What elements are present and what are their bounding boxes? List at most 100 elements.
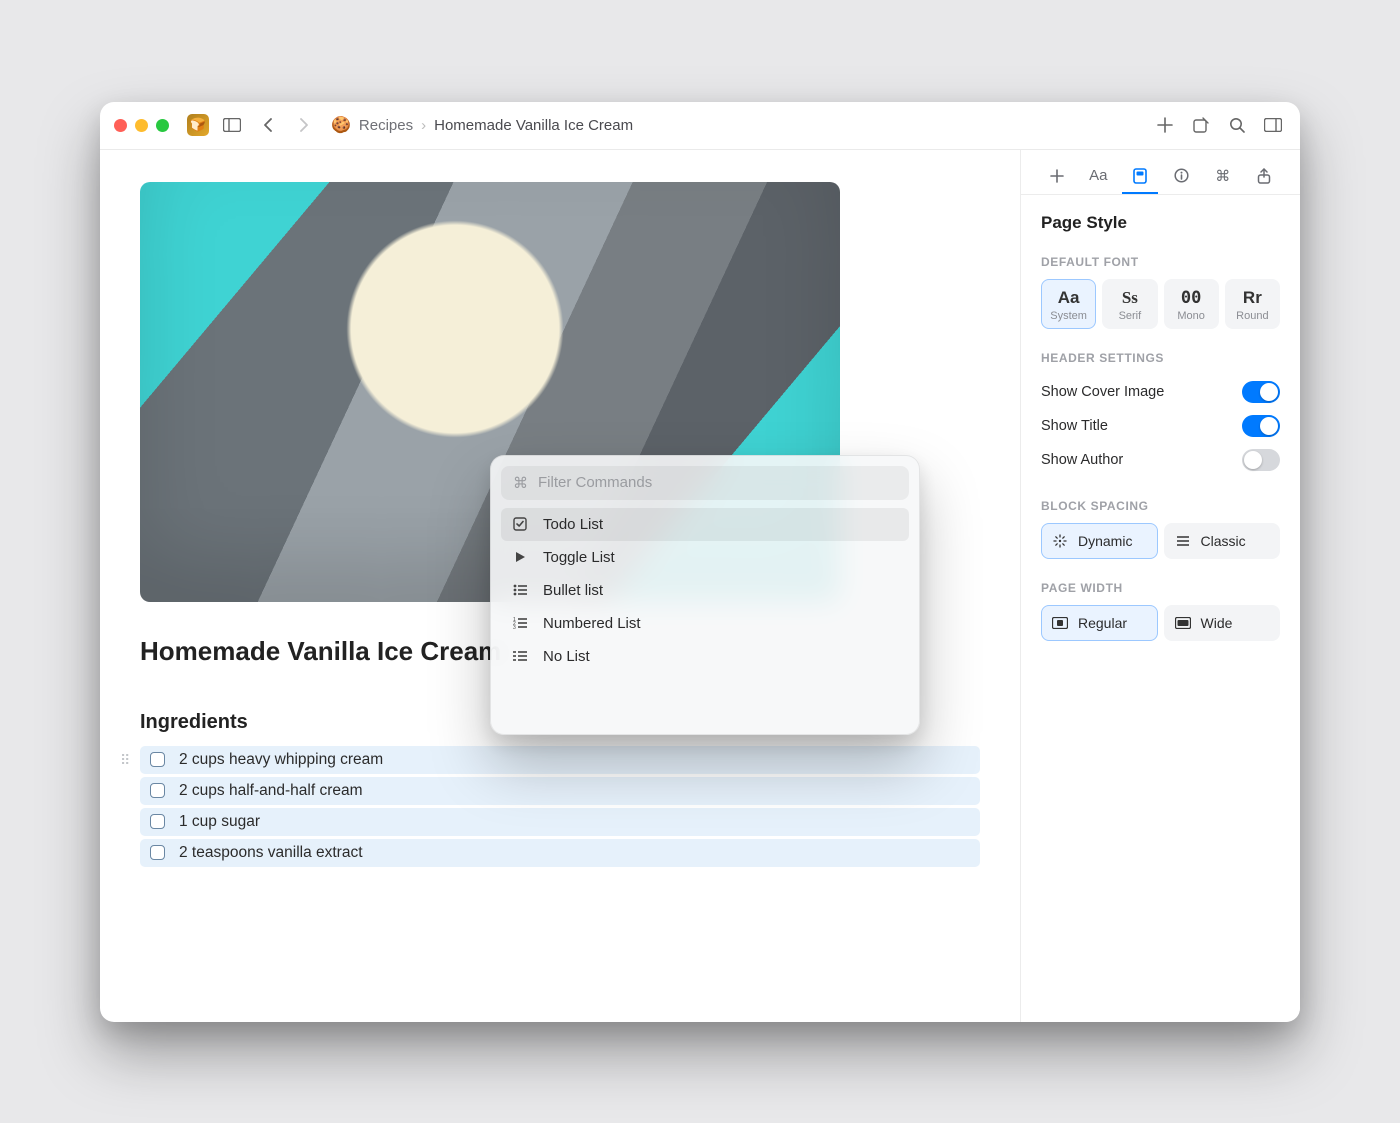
todo-list-icon — [511, 517, 529, 531]
palette-item-bullet-list[interactable]: Bullet list — [501, 574, 909, 607]
chevron-left-icon — [263, 118, 273, 132]
inspector-tab-shortcuts[interactable]: ⌘ — [1205, 160, 1241, 194]
palette-item-toggle-list[interactable]: Toggle List — [501, 541, 909, 574]
toggle-row-title: Show Title — [1041, 409, 1280, 443]
spacing-option-dynamic[interactable]: Dynamic — [1041, 523, 1158, 559]
command-palette: ⌘ Filter Commands Todo List Toggle List — [490, 455, 920, 735]
todo-item-text: 1 cup sugar — [179, 813, 260, 831]
width-option-label: Wide — [1201, 615, 1233, 631]
toggle-show-cover[interactable] — [1242, 381, 1280, 403]
todo-item[interactable]: 2 teaspoons vanilla extract — [140, 839, 980, 867]
block-spacing-segment: Dynamic Classic — [1041, 523, 1280, 559]
classic-spacing-icon — [1175, 535, 1191, 547]
sidebar-icon — [223, 118, 241, 132]
breadcrumb-emoji: 🍪 — [331, 115, 351, 135]
width-option-wide[interactable]: Wide — [1164, 605, 1281, 641]
wide-width-icon — [1175, 617, 1191, 629]
toggle-show-author[interactable] — [1242, 449, 1280, 471]
toggle-list-icon — [511, 551, 529, 563]
nav-forward-button[interactable] — [291, 112, 317, 138]
svg-text:3: 3 — [513, 625, 516, 629]
todo-item[interactable]: 2 cups heavy whipping cream — [140, 746, 980, 774]
close-window-button[interactable] — [114, 119, 127, 132]
font-option-serif[interactable]: Ss Serif — [1102, 279, 1157, 329]
inspector-panel: Aa ⌘ Page Style DEFAULT FONT Aa — [1020, 150, 1300, 1022]
font-label: Mono — [1165, 310, 1218, 322]
todo-item[interactable]: 2 cups half-and-half cream — [140, 777, 980, 805]
toggle-row-author: Show Author — [1041, 443, 1280, 477]
font-sample: 00 — [1165, 288, 1218, 308]
search-icon — [1229, 117, 1245, 133]
inspector-tab-page-style[interactable] — [1122, 160, 1158, 194]
fullscreen-window-button[interactable] — [156, 119, 169, 132]
compose-icon — [1193, 117, 1209, 133]
text-style-icon: Aa — [1089, 167, 1107, 184]
search-button[interactable] — [1224, 112, 1250, 138]
font-sample: Aa — [1042, 288, 1095, 308]
inspector-tab-text[interactable]: Aa — [1081, 160, 1117, 194]
command-palette-placeholder: Filter Commands — [538, 474, 652, 491]
section-label-header-settings: HEADER SETTINGS — [1041, 351, 1280, 365]
font-picker: Aa System Ss Serif 00 Mono Rr Round — [1041, 279, 1280, 329]
command-key-icon: ⌘ — [1215, 167, 1230, 185]
breadcrumb-current[interactable]: Homemade Vanilla Ice Cream — [434, 117, 633, 134]
checkbox-icon[interactable] — [150, 752, 165, 767]
editor: Homemade Vanilla Ice Cream Ingredients ⠿… — [100, 150, 1020, 1022]
font-option-mono[interactable]: 00 Mono — [1164, 279, 1219, 329]
palette-item-numbered-list[interactable]: 123 Numbered List — [501, 607, 909, 640]
palette-item-label: Bullet list — [543, 582, 603, 599]
drag-handle-icon[interactable]: ⠿ — [120, 752, 132, 769]
font-label: Serif — [1103, 310, 1156, 322]
font-label: System — [1042, 310, 1095, 322]
toggle-row-cover: Show Cover Image — [1041, 375, 1280, 409]
font-label: Round — [1226, 310, 1279, 322]
checkbox-icon[interactable] — [150, 783, 165, 798]
checkbox-icon[interactable] — [150, 845, 165, 860]
spacing-option-label: Dynamic — [1078, 533, 1132, 549]
spacing-option-classic[interactable]: Classic — [1164, 523, 1281, 559]
checkbox-icon[interactable] — [150, 814, 165, 829]
palette-item-todo-list[interactable]: Todo List — [501, 508, 909, 541]
inspector-tab-add[interactable] — [1039, 160, 1075, 194]
section-label-page-width: PAGE WIDTH — [1041, 581, 1280, 595]
palette-item-label: Toggle List — [543, 549, 615, 566]
palette-item-label: No List — [543, 648, 590, 665]
app-window: 🍞 🍪 Recipes › Homemade Vanilla Ice Cream — [100, 102, 1300, 1022]
width-option-regular[interactable]: Regular — [1041, 605, 1158, 641]
font-sample: Rr — [1226, 288, 1279, 308]
new-button[interactable] — [1152, 112, 1178, 138]
inspector-tab-info[interactable] — [1164, 160, 1200, 194]
todo-item-text: 2 teaspoons vanilla extract — [179, 844, 363, 862]
nav-back-button[interactable] — [255, 112, 281, 138]
chevron-right-icon — [299, 118, 309, 132]
palette-item-label: Numbered List — [543, 615, 641, 632]
toggle-sidebar-button[interactable] — [219, 112, 245, 138]
inspector-body: Page Style DEFAULT FONT Aa System Ss Ser… — [1021, 195, 1300, 659]
minimize-window-button[interactable] — [135, 119, 148, 132]
toggle-inspector-button[interactable] — [1260, 112, 1286, 138]
font-option-round[interactable]: Rr Round — [1225, 279, 1280, 329]
no-list-icon — [511, 650, 529, 662]
app-icon: 🍞 — [187, 114, 209, 136]
todo-item[interactable]: 1 cup sugar — [140, 808, 980, 836]
command-palette-search[interactable]: ⌘ Filter Commands — [501, 466, 909, 500]
breadcrumb-parent[interactable]: Recipes — [359, 117, 413, 134]
command-key-icon: ⌘ — [513, 474, 528, 492]
spacing-option-label: Classic — [1201, 533, 1246, 549]
section-label-block-spacing: BLOCK SPACING — [1041, 499, 1280, 513]
regular-width-icon — [1052, 617, 1068, 629]
toggle-show-title[interactable] — [1242, 415, 1280, 437]
font-option-system[interactable]: Aa System — [1041, 279, 1096, 329]
palette-item-no-list[interactable]: No List — [501, 640, 909, 673]
toggle-label: Show Title — [1041, 418, 1108, 434]
inspector-tab-share[interactable] — [1247, 160, 1283, 194]
info-icon — [1174, 168, 1189, 183]
bullet-list-icon — [511, 584, 529, 596]
inspector-tabs: Aa ⌘ — [1021, 150, 1300, 195]
compose-button[interactable] — [1188, 112, 1214, 138]
panel-right-icon — [1264, 118, 1282, 132]
toggle-label: Show Author — [1041, 452, 1123, 468]
plus-icon — [1050, 169, 1064, 183]
font-sample: Ss — [1103, 288, 1156, 308]
page-width-segment: Regular Wide — [1041, 605, 1280, 641]
